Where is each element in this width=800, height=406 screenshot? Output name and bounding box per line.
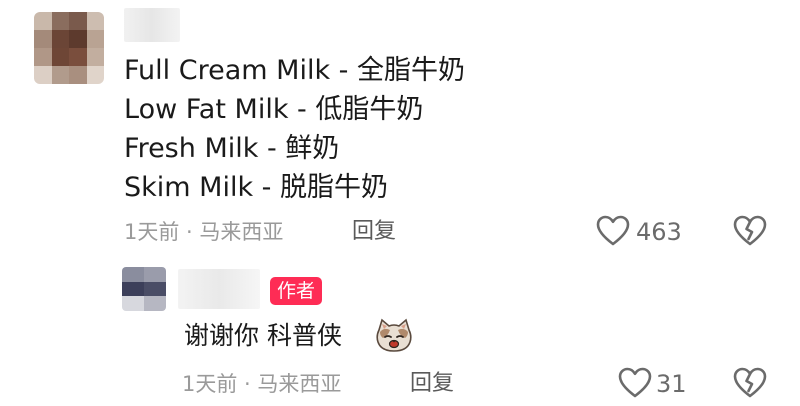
like-heart-icon[interactable]: [618, 367, 652, 399]
commenter-name-blurred[interactable]: [124, 8, 180, 42]
author-badge: 作者: [270, 277, 323, 305]
comment-reply-button[interactable]: 回复: [352, 217, 396, 247]
reply-text-content: 谢谢你 科普侠: [184, 321, 342, 350]
comment-meta: 1天前 · 马来西亚: [124, 220, 284, 244]
comment-line: Fresh Milk - 鲜奶: [124, 133, 340, 164]
reply-meta: 1天前 · 马来西亚: [182, 372, 342, 396]
author-avatar[interactable]: [122, 267, 166, 311]
dislike-broken-heart-icon[interactable]: [733, 367, 767, 399]
cat-face-emoji-icon: [374, 318, 414, 354]
dislike-broken-heart-icon[interactable]: [733, 215, 767, 247]
commenter-avatar[interactable]: [34, 12, 104, 84]
like-count: 31: [656, 370, 687, 398]
author-name-blurred[interactable]: [178, 269, 260, 309]
comment-line: Low Fat Milk - 低脂牛奶: [124, 94, 424, 125]
like-count: 463: [636, 218, 682, 246]
like-heart-icon[interactable]: [596, 215, 630, 247]
comment-line: Skim Milk - 脱脂牛奶: [124, 172, 389, 203]
reply-reply-button[interactable]: 回复: [410, 369, 454, 399]
comment-line: Full Cream Milk - 全脂牛奶: [124, 55, 465, 86]
reply-text: 谢谢你 科普侠: [184, 318, 342, 354]
